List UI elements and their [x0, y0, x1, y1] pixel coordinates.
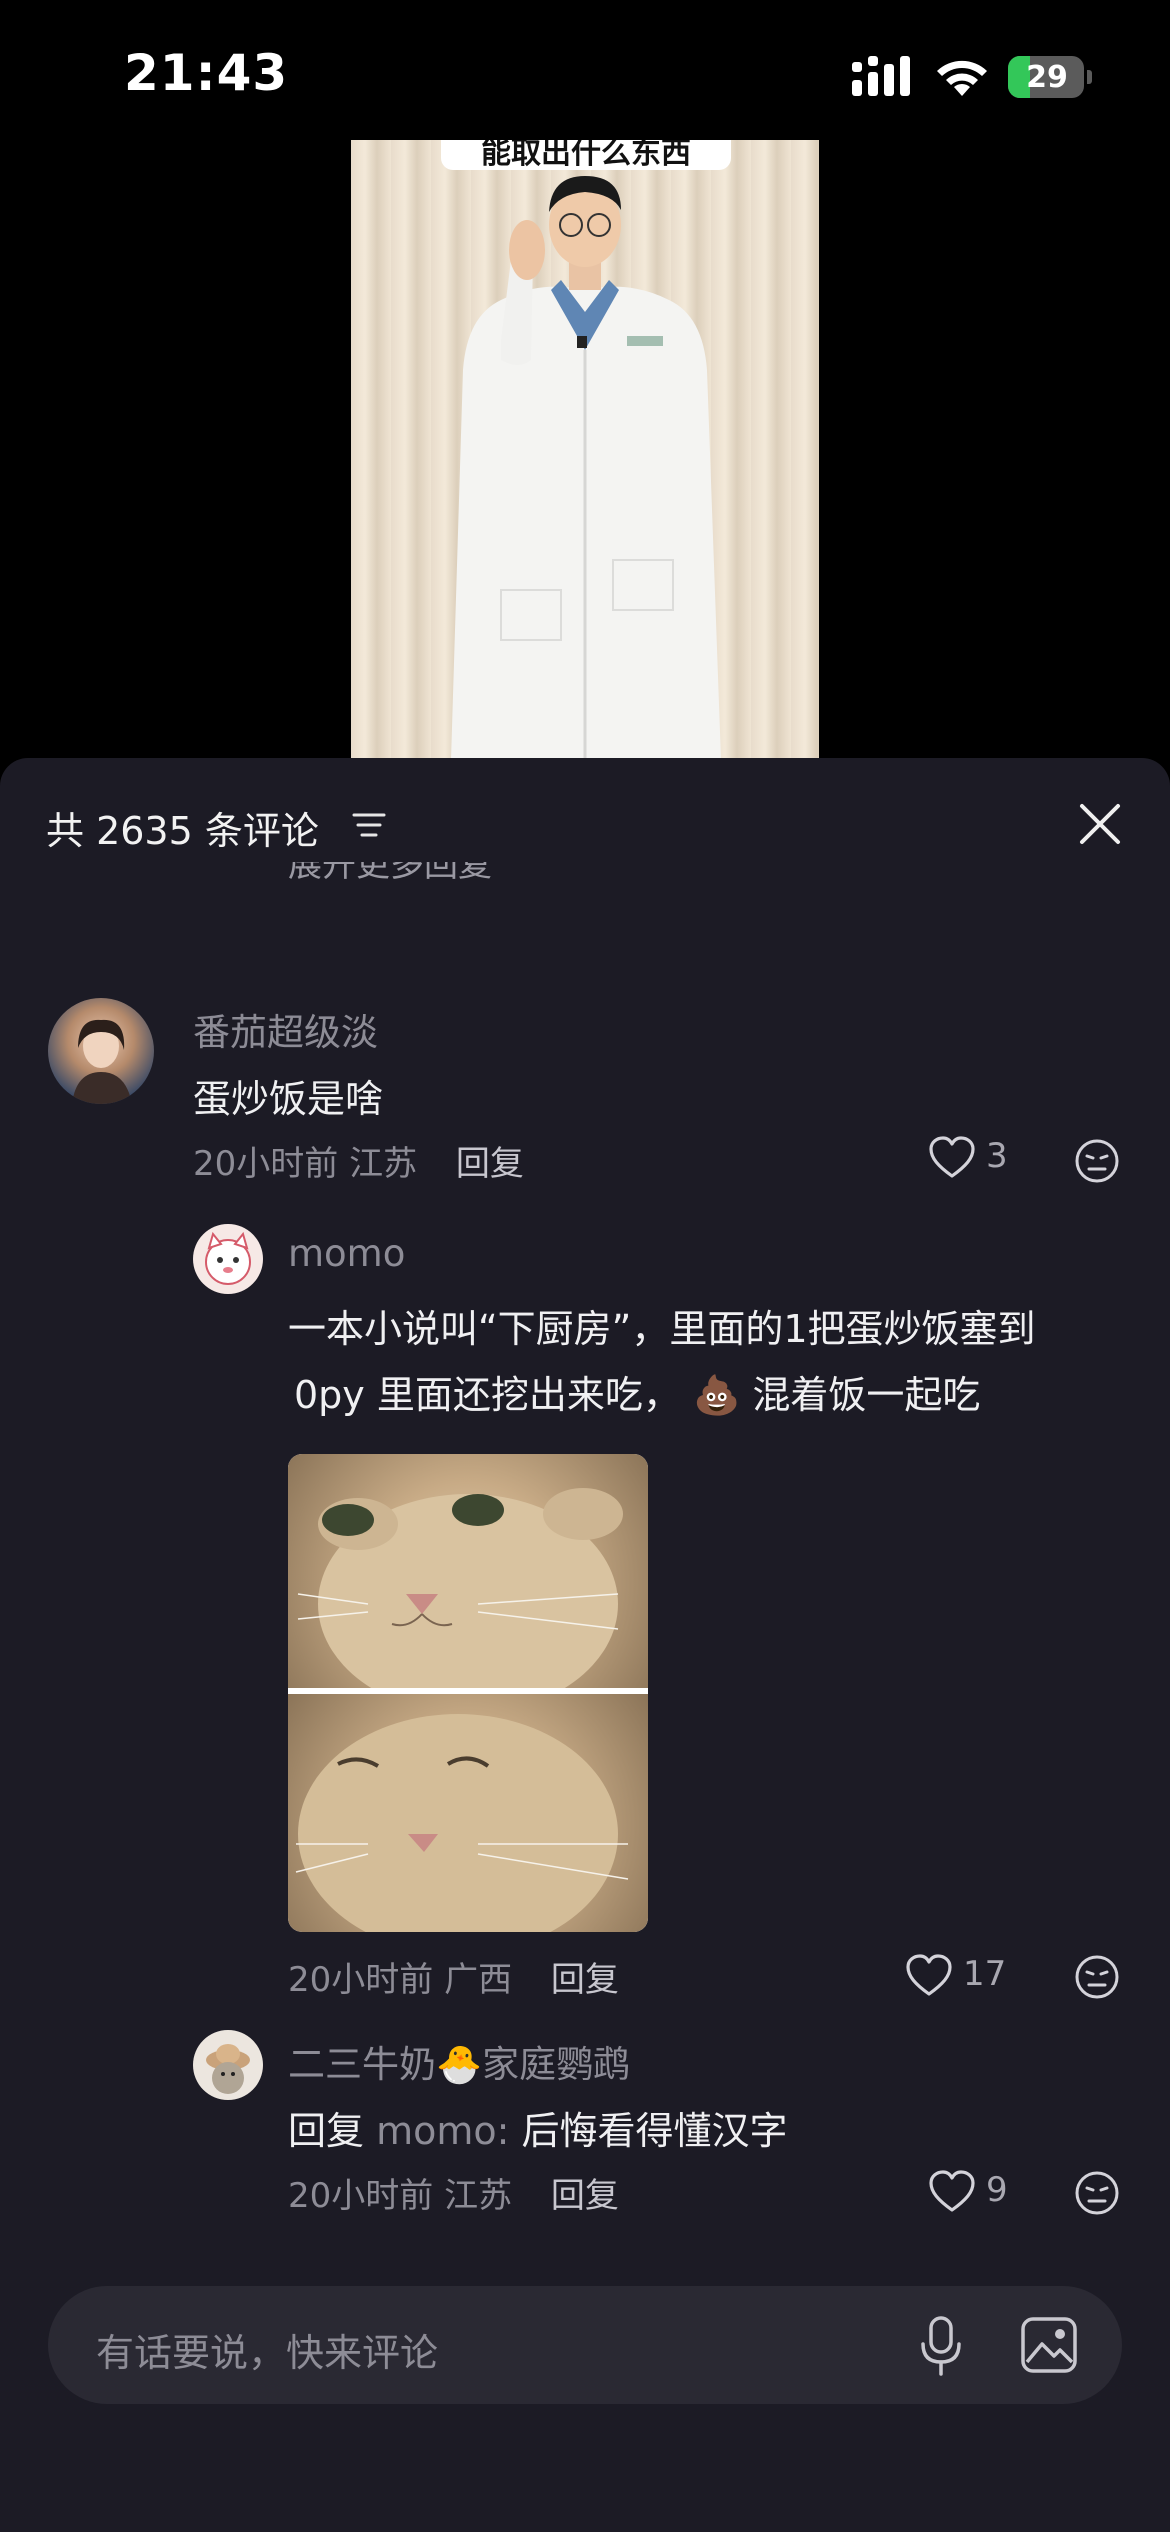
reply-to-user[interactable]: momo: [376, 2109, 509, 2153]
heart-icon [906, 1954, 952, 1996]
comment-text-line2: 0py 里面还挖出来吃， 💩 混着饭一起吃 [294, 1364, 980, 1419]
comment-time: 20小时前 [193, 1144, 339, 1184]
video-player[interactable]: 能取出什么东西 [351, 140, 819, 760]
close-icon[interactable] [1078, 802, 1122, 846]
poop-emoji: 💩 [692, 1373, 741, 1417]
username-text: 二三牛奶 [288, 2043, 436, 2086]
cellular-signal-icon [852, 56, 910, 96]
reply-button[interactable]: 回复 [551, 1960, 619, 2000]
cat-face-closed-eyes [295, 1714, 629, 1932]
comments-header: 共 2635 条评论 [0, 758, 1170, 868]
like-button[interactable]: 3 [928, 1134, 1038, 1180]
dislike-face-icon[interactable] [1074, 1954, 1120, 2000]
avatar-parrot-hat [206, 2044, 250, 2094]
microphone-icon[interactable] [918, 2316, 964, 2376]
avatar[interactable] [193, 2030, 263, 2100]
comment-location: 江苏 [349, 1144, 418, 1184]
like-button[interactable]: 17 [905, 1952, 1035, 1998]
status-bar: 21:43 29 [0, 0, 1170, 140]
comment-username[interactable]: 番茄超级淡 [193, 1002, 378, 1056]
comment-image-cat-meme[interactable] [288, 1454, 648, 1932]
avatar-cat-cartoon [205, 1231, 251, 1285]
comment-meta: 20小时前 广西 回复 [288, 1952, 619, 2001]
dislike-face-icon[interactable] [1074, 2170, 1120, 2216]
image-picker-icon[interactable] [1020, 2316, 1078, 2374]
avatar[interactable] [193, 1224, 263, 1294]
comment-location: 江苏 [444, 2176, 513, 2216]
comment-text: 蛋炒饭是啥 [193, 1077, 384, 1121]
clock: 21:43 [124, 44, 289, 102]
avatar[interactable] [48, 998, 154, 1104]
reply-prefix: 回复 [288, 2109, 365, 2153]
sort-filter-icon[interactable] [352, 810, 386, 840]
battery-percent: 29 [1026, 60, 1068, 95]
avatar-photo [72, 1019, 132, 1104]
username-suffix: 家庭鹦鹉 [482, 2043, 631, 2086]
comment-text-segment: 0py 里面还挖出来吃， [294, 1373, 681, 1417]
comment-meta: 20小时前 江苏 回复 [288, 2168, 619, 2217]
comment-time: 20小时前 [288, 2176, 434, 2216]
comment-text-segment: 混着饭一起吃 [752, 1373, 981, 1417]
comment-text-line1: 一本小说叫“下厨房”，里面的1把蛋炒饭塞到 [288, 1307, 1036, 1351]
like-count: 3 [986, 1136, 1008, 1176]
comment-text: 回复 momo: 后悔看得懂汉字 [288, 2100, 788, 2155]
wifi-icon [937, 60, 987, 96]
video-frame-doctor [451, 176, 721, 760]
comment-location: 广西 [444, 1960, 513, 2000]
like-count: 17 [963, 1954, 1007, 1994]
chick-emoji: 🐣 [436, 2043, 483, 2086]
reply-button[interactable]: 回复 [456, 1144, 524, 1184]
comment-text-segment: 后悔看得懂汉字 [521, 2109, 788, 2153]
comments-sheet: 共 2635 条评论 展开更多回复 番茄超级淡 蛋炒饭是啥 20小时前 江苏 回… [0, 758, 1170, 2532]
expand-more-replies[interactable]: 展开更多回复 [288, 862, 492, 888]
battery-indicator: 29 [1008, 56, 1092, 98]
comment-username[interactable]: momo [288, 1232, 405, 1275]
dislike-face-icon[interactable] [1074, 1138, 1120, 1184]
like-button[interactable]: 9 [928, 2168, 1038, 2214]
comment-meta: 20小时前 江苏 回复 [193, 1136, 524, 1185]
comment-time: 20小时前 [288, 1960, 434, 2000]
like-count: 9 [986, 2170, 1008, 2210]
comment-input-placeholder[interactable]: 有话要说，快来评论 [96, 2322, 438, 2377]
reply-button[interactable]: 回复 [551, 2176, 619, 2216]
heart-icon [929, 2170, 975, 2212]
heart-icon [929, 1136, 975, 1178]
cat-face-open-eyes [297, 1488, 623, 1714]
comment-username[interactable]: 二三牛奶🐣家庭鹦鹉 [288, 2034, 630, 2088]
comment-input-bar[interactable]: 有话要说，快来评论 [48, 2286, 1122, 2404]
comment-count: 共 2635 条评论 [46, 809, 319, 853]
